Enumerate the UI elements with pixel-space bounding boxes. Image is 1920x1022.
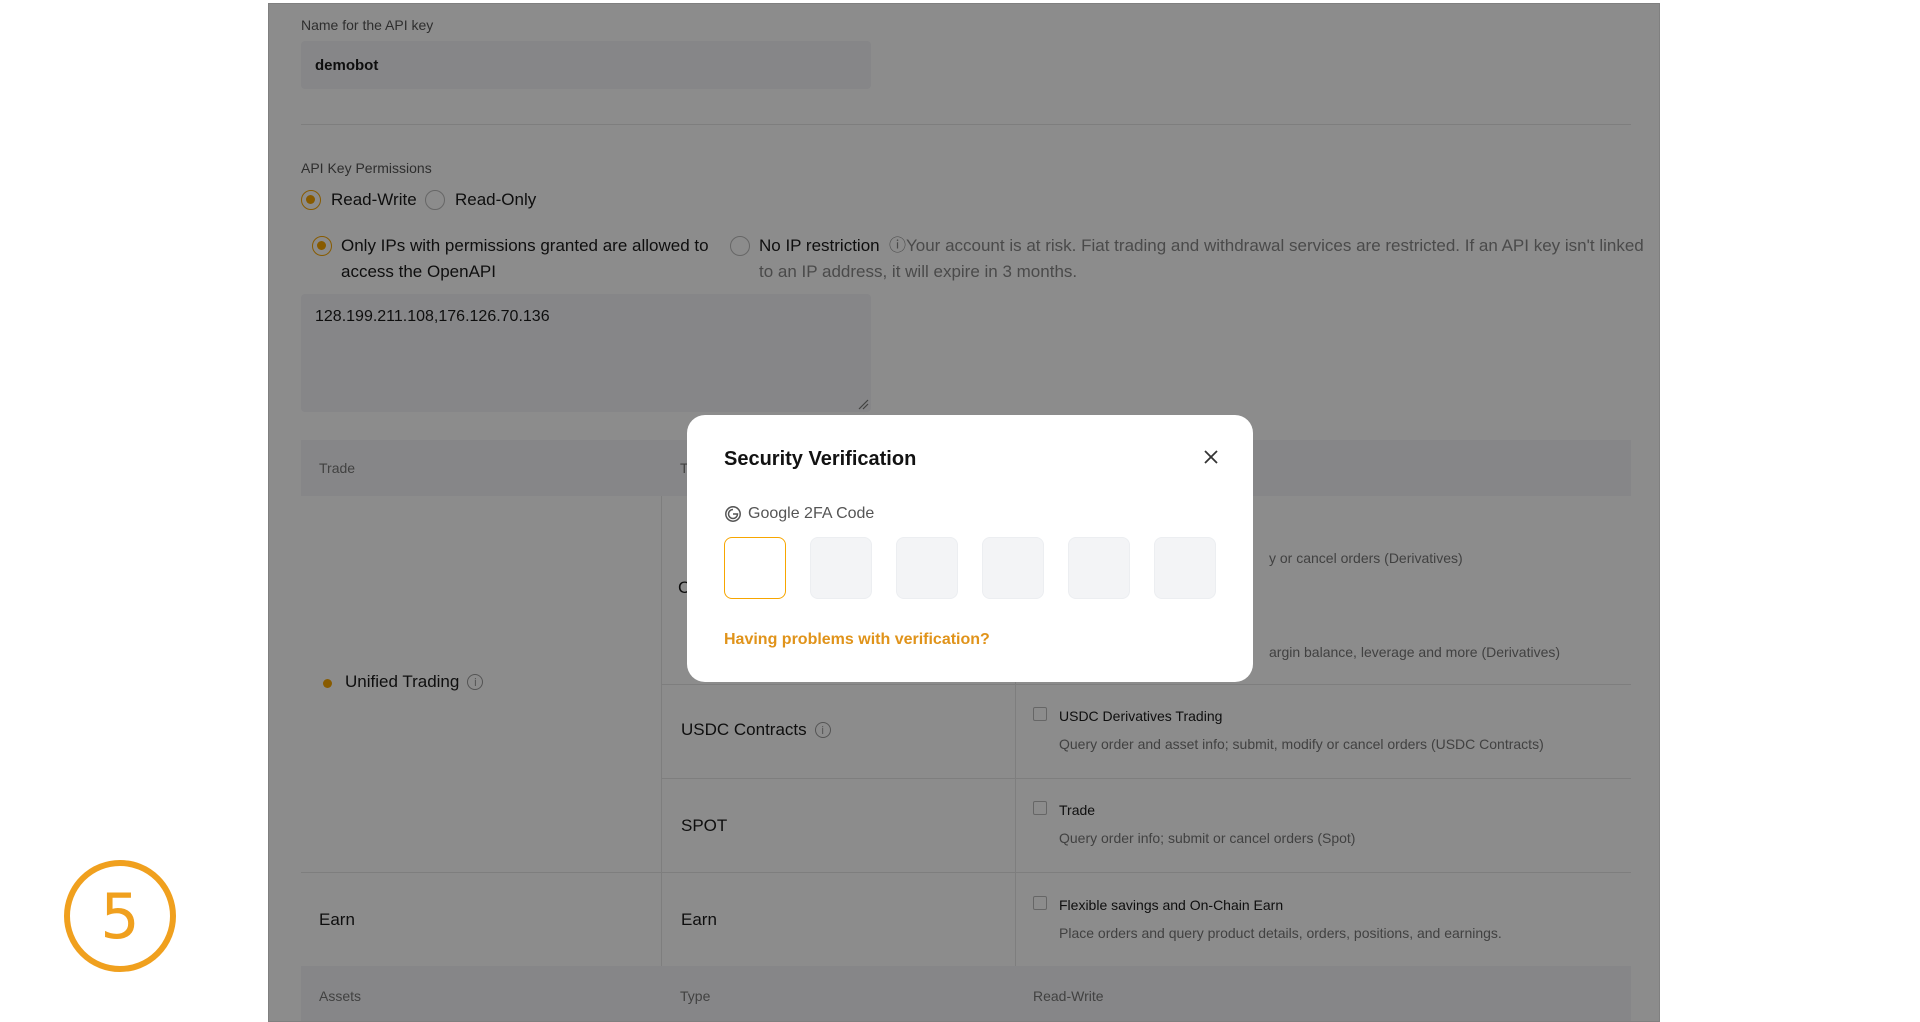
code-digit-4-input[interactable] — [982, 537, 1044, 599]
verification-help-link[interactable]: Having problems with verification? — [724, 631, 990, 649]
code-digit-2-input[interactable] — [810, 537, 872, 599]
code-digit-6-input[interactable] — [1154, 537, 1216, 599]
close-button[interactable] — [1199, 445, 1223, 469]
close-icon[interactable] — [1203, 449, 1219, 465]
google-authenticator-icon — [725, 506, 741, 522]
google-2fa-label: Google 2FA Code — [724, 505, 874, 523]
stage: Name for the API key demobot API Key Per… — [0, 0, 1920, 1022]
code-digit-1-input[interactable] — [724, 537, 786, 599]
modal-title: Security Verification — [724, 448, 917, 470]
google-2fa-label-text: Google 2FA Code — [748, 505, 875, 522]
step-number-badge: 5 — [64, 860, 176, 972]
code-digit-3-input[interactable] — [896, 537, 958, 599]
code-digit-5-input[interactable] — [1068, 537, 1130, 599]
security-verification-modal: Security Verification Google 2FA Code Ha… — [687, 415, 1253, 682]
